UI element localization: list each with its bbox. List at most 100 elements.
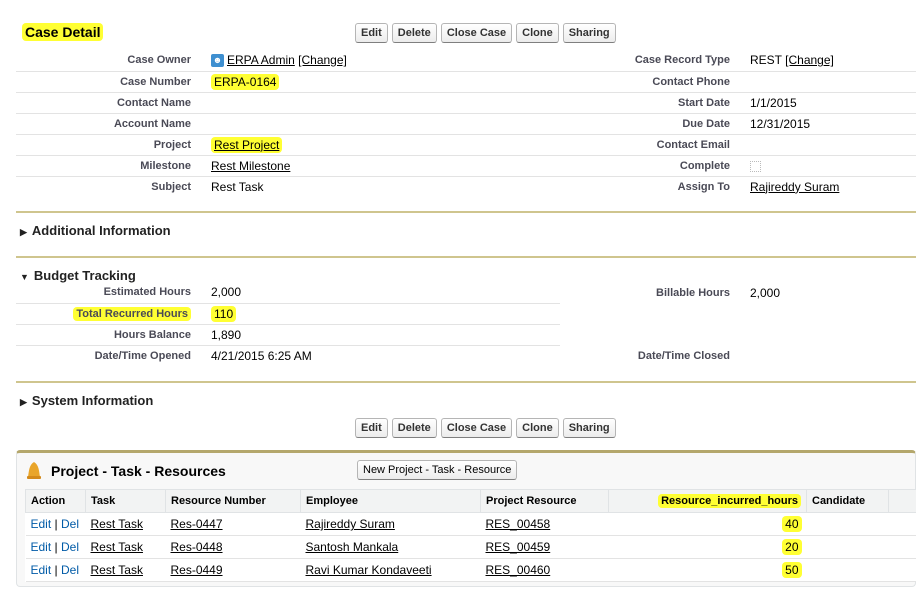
table-row: Edit | Del Rest Task Res-0447 Rajireddy …	[25, 512, 916, 536]
col-resource-incurred-hours: Resource_incurred_hours	[658, 494, 801, 508]
contact-name-value	[207, 92, 560, 114]
project-resource-link[interactable]: RES_00458	[486, 517, 551, 531]
contact-phone-value	[746, 71, 916, 93]
task-link[interactable]: Rest Task	[91, 563, 143, 577]
bell-icon	[27, 462, 41, 479]
section-system-information[interactable]: ▶ System Information	[16, 381, 916, 418]
account-name-value	[207, 113, 560, 135]
edit-link[interactable]: Edit	[31, 563, 52, 577]
new-project-task-resource-button[interactable]: New Project - Task - Resource	[357, 460, 518, 480]
resource-number-link[interactable]: Res-0447	[171, 517, 223, 531]
candidate-value	[806, 558, 889, 582]
case-number-value: ERPA-0164	[211, 73, 280, 90]
assign-to-link[interactable]: Rajireddy Suram	[750, 180, 839, 194]
bottom-button-bar: Edit Delete Close Case Clone Sharing	[355, 418, 616, 438]
date-opened-label: Date/Time Opened	[94, 349, 191, 362]
resource-number-link[interactable]: Res-0448	[171, 540, 223, 554]
clone-button[interactable]: Clone	[516, 418, 559, 438]
project-resource-link[interactable]: RES_00460	[486, 563, 551, 577]
billable-hours-label: Billable Hours	[656, 286, 730, 299]
candidate-value	[806, 535, 889, 559]
incurred-hours-value: 40	[782, 516, 802, 532]
related-list-project-task-resources: Project - Task - Resources New Project -…	[16, 450, 916, 587]
triangle-right-icon: ▶	[20, 397, 27, 407]
change-record-type-link[interactable]: [Change]	[785, 53, 834, 67]
hours-balance-label: Hours Balance	[16, 324, 207, 346]
del-link[interactable]: Del	[61, 563, 79, 577]
section-additional-information[interactable]: ▶ Additional Information	[16, 211, 916, 248]
resources-table: Action Task Resource Number Employee Pro…	[25, 489, 916, 582]
col-project-resource: Project Resource	[480, 489, 609, 513]
budget-fields: Estimated Hours 2,000 Billable Hours 2,0…	[16, 282, 916, 366]
employee-link[interactable]: Rajireddy Suram	[306, 517, 395, 531]
sharing-button[interactable]: Sharing	[562, 23, 616, 43]
project-link[interactable]: Rest Project	[211, 136, 283, 153]
complete-label: Complete	[560, 155, 746, 177]
related-list-title: Project - Task - Resources	[51, 463, 226, 479]
case-record-type-value: REST	[750, 53, 782, 68]
col-candidate: Candidate	[806, 489, 889, 513]
employee-link[interactable]: Santosh Mankala	[306, 540, 399, 554]
complete-checkbox	[750, 160, 761, 172]
close-case-button[interactable]: Close Case	[440, 23, 513, 43]
del-link[interactable]: Del	[61, 517, 79, 531]
start-date-value: 1/1/2015	[746, 92, 916, 114]
date-opened-value: 4/21/2015 6:25 AM	[211, 348, 312, 363]
milestone-label: Milestone	[16, 155, 207, 177]
contact-name-label: Contact Name	[16, 92, 207, 114]
col-action: Action	[25, 489, 86, 513]
case-number-label: Case Number	[16, 71, 207, 93]
estimated-hours-value: 2,000	[207, 282, 560, 304]
subject-label: Subject	[151, 180, 191, 193]
edit-button[interactable]: Edit	[355, 418, 388, 438]
triangle-right-icon: ▶	[20, 227, 27, 237]
incurred-hours-value: 20	[782, 539, 802, 555]
project-resource-link[interactable]: RES_00459	[486, 540, 551, 554]
col-task: Task	[85, 489, 166, 513]
milestone-link[interactable]: Rest Milestone	[211, 159, 290, 173]
subject-value: Rest Task	[211, 179, 264, 194]
date-closed-label: Date/Time Closed	[637, 349, 730, 362]
delete-button[interactable]: Delete	[391, 23, 437, 43]
col-resource-number: Resource Number	[165, 489, 301, 513]
employee-link[interactable]: Ravi Kumar Kondaveeti	[306, 563, 432, 577]
table-row: Edit | Del Rest Task Res-0448 Santosh Ma…	[25, 535, 916, 559]
total-recurred-hours-value: 110	[211, 305, 237, 322]
case-owner-link[interactable]: ERPA Admin	[227, 53, 295, 67]
contact-email-value	[746, 134, 916, 156]
resource-number-link[interactable]: Res-0449	[171, 563, 223, 577]
hours-balance-value: 1,890	[207, 324, 560, 346]
top-button-bar: Edit Delete Close Case Clone Sharing	[355, 23, 616, 43]
assign-to-label: Assign To	[677, 180, 730, 193]
edit-link[interactable]: Edit	[31, 540, 52, 554]
contact-phone-label: Contact Phone	[560, 71, 746, 93]
date-closed-value	[746, 345, 916, 366]
due-date-value: 12/31/2015	[746, 113, 916, 135]
total-recurred-hours-label: Total Recurred Hours	[73, 306, 191, 321]
case-record-type-label: Case Record Type	[560, 50, 746, 72]
case-detail-fields: Case Owner ☻ ERPA Admin [Change] Case Rec…	[16, 50, 916, 197]
page-title: Case Detail	[22, 23, 104, 41]
project-label: Project	[16, 134, 207, 156]
del-link[interactable]: Del	[61, 540, 79, 554]
clone-button[interactable]: Clone	[516, 23, 559, 43]
candidate-value	[806, 512, 889, 536]
case-owner-label: Case Owner	[16, 50, 207, 72]
incurred-hours-value: 50	[782, 562, 802, 578]
sharing-button[interactable]: Sharing	[562, 418, 616, 438]
close-case-button[interactable]: Close Case	[440, 418, 513, 438]
change-owner-link[interactable]: [Change]	[298, 53, 347, 67]
edit-link[interactable]: Edit	[31, 517, 52, 531]
edit-button[interactable]: Edit	[355, 23, 388, 43]
due-date-label: Due Date	[560, 113, 746, 135]
table-row: Edit | Del Rest Task Res-0449 Ravi Kumar…	[25, 558, 916, 582]
user-avatar-icon: ☻	[211, 54, 224, 68]
billable-hours-value: 2,000	[750, 285, 781, 300]
contact-email-label: Contact Email	[560, 134, 746, 156]
start-date-label: Start Date	[560, 92, 746, 114]
task-link[interactable]: Rest Task	[91, 540, 143, 554]
account-name-label: Account Name	[16, 113, 207, 135]
delete-button[interactable]: Delete	[391, 418, 437, 438]
task-link[interactable]: Rest Task	[91, 517, 143, 531]
estimated-hours-label: Estimated Hours	[16, 282, 207, 304]
